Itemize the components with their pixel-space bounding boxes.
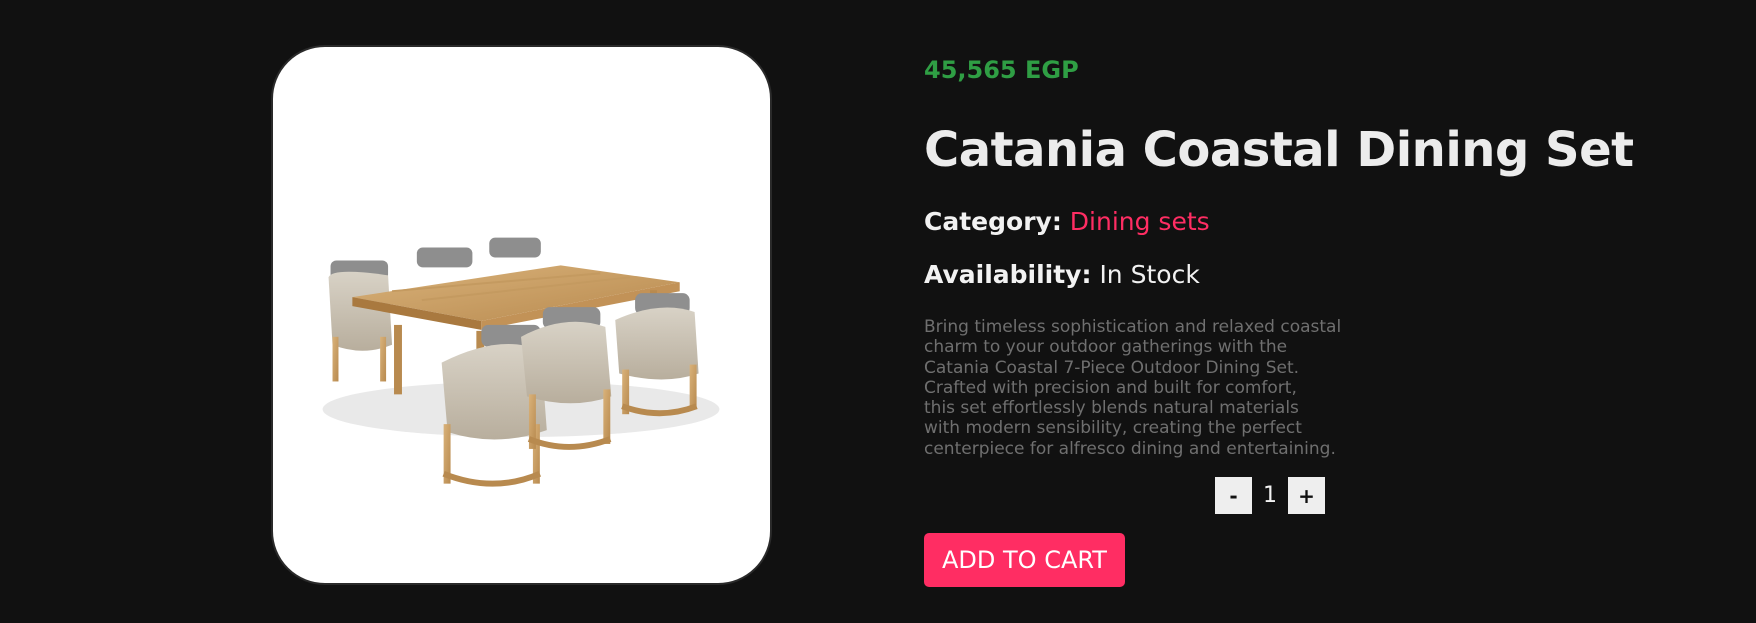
availability-value: In Stock: [1099, 260, 1200, 289]
availability-row: Availability: In Stock: [924, 258, 1200, 292]
product-description: Bring timeless sophistication and relaxe…: [924, 317, 1342, 459]
add-to-cart-button[interactable]: ADD TO CART: [924, 533, 1125, 587]
quantity-value: 1: [1263, 483, 1277, 508]
availability-label: Availability:: [924, 260, 1092, 289]
quantity-increase-button[interactable]: +: [1288, 477, 1325, 514]
category-link[interactable]: Dining sets: [1070, 207, 1210, 236]
product-price: 45,565 EGP: [924, 56, 1079, 84]
product-image-card: [271, 45, 772, 585]
product-title: Catania Coastal Dining Set: [924, 122, 1634, 178]
product-info: 45,565 EGP Catania Coastal Dining Set Ca…: [924, 50, 1744, 587]
category-row: Category: Dining sets: [924, 205, 1210, 239]
product-image: [322, 237, 720, 487]
product-page: 45,565 EGP Catania Coastal Dining Set Ca…: [0, 0, 1756, 623]
quantity-stepper: - 1 +: [1215, 477, 1325, 514]
quantity-decrease-button[interactable]: -: [1215, 477, 1252, 514]
category-label: Category:: [924, 207, 1062, 236]
